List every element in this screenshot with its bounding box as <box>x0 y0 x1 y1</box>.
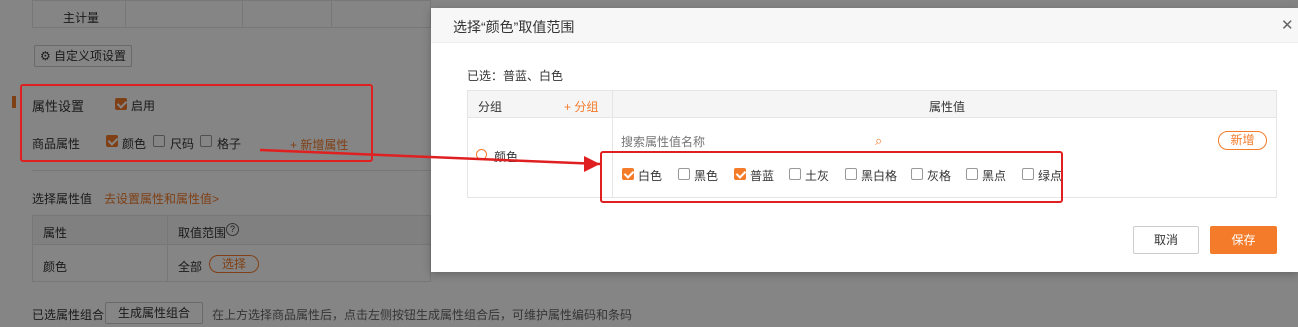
annotation-arrow-icon <box>259 148 601 172</box>
